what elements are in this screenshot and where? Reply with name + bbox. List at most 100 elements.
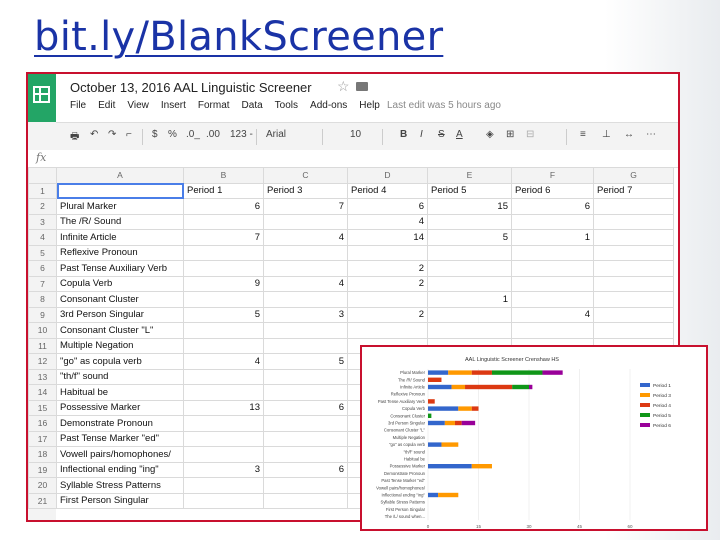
sheets-logo-icon[interactable] xyxy=(28,74,56,122)
cell[interactable] xyxy=(511,291,594,308)
row-header[interactable]: 20 xyxy=(28,477,57,494)
menu-insert[interactable]: Insert xyxy=(161,100,186,111)
borders-icon[interactable]: ⊞ xyxy=(506,129,514,140)
cell[interactable]: Period 4 xyxy=(347,182,428,199)
folder-icon[interactable] xyxy=(356,82,368,91)
cell[interactable]: 4 xyxy=(263,275,348,292)
cell[interactable] xyxy=(427,244,512,261)
cell[interactable]: 2 xyxy=(347,306,428,323)
cell[interactable]: Consonant Cluster "L" xyxy=(56,322,184,339)
cell[interactable]: 5 xyxy=(263,353,348,370)
cell[interactable] xyxy=(263,477,348,494)
column-header-a[interactable]: A xyxy=(56,167,184,184)
cell[interactable]: 3rd Person Singular xyxy=(56,306,184,323)
cell[interactable] xyxy=(593,229,674,246)
cell[interactable] xyxy=(56,182,184,199)
cell[interactable]: 13 xyxy=(183,399,264,416)
cell[interactable]: 5 xyxy=(427,229,512,246)
text-wrap-icon[interactable]: ↔ xyxy=(624,129,634,140)
cell[interactable]: 5 xyxy=(183,306,264,323)
menu-edit[interactable]: Edit xyxy=(98,100,115,111)
embedded-chart[interactable]: AAL Linguistic Screener Crenshaw HS 0 15 30… xyxy=(360,345,708,531)
cell[interactable]: 6 xyxy=(183,198,264,215)
cell[interactable]: 6 xyxy=(511,198,594,215)
cell[interactable] xyxy=(593,306,674,323)
star-icon[interactable]: ☆ xyxy=(337,78,350,95)
row-header[interactable]: 19 xyxy=(28,461,57,478)
cell[interactable]: Period 5 xyxy=(427,182,512,199)
cell[interactable] xyxy=(511,260,594,277)
column-header-g[interactable]: G xyxy=(593,167,674,184)
cell[interactable]: Period 7 xyxy=(593,182,674,199)
cell[interactable]: 6 xyxy=(347,198,428,215)
cell[interactable]: 4 xyxy=(183,353,264,370)
cell[interactable]: Inflectional ending "ing" xyxy=(56,461,184,478)
cell[interactable]: Period 1 xyxy=(183,182,264,199)
row-header[interactable]: 16 xyxy=(28,415,57,432)
row-header[interactable]: 5 xyxy=(28,244,57,261)
column-header-d[interactable]: D xyxy=(347,167,428,184)
cell[interactable] xyxy=(593,291,674,308)
cell[interactable]: 2 xyxy=(347,275,428,292)
number-format-dropdown[interactable]: 123 - xyxy=(230,129,253,140)
cell[interactable] xyxy=(183,291,264,308)
menu-addons[interactable]: Add-ons xyxy=(310,100,347,111)
cell[interactable]: The /R/ Sound xyxy=(56,213,184,230)
cell[interactable] xyxy=(183,384,264,401)
cell[interactable]: 3 xyxy=(263,306,348,323)
cell[interactable] xyxy=(593,213,674,230)
undo-icon[interactable]: ↶ xyxy=(90,129,98,140)
row-header[interactable]: 4 xyxy=(28,229,57,246)
cell[interactable] xyxy=(183,492,264,509)
cell[interactable] xyxy=(347,244,428,261)
font-family-dropdown[interactable]: Arial xyxy=(266,129,286,140)
cell[interactable] xyxy=(183,322,264,339)
menu-tools[interactable]: Tools xyxy=(275,100,298,111)
menu-format[interactable]: Format xyxy=(198,100,230,111)
cell[interactable] xyxy=(263,446,348,463)
column-header-e[interactable]: E xyxy=(427,167,512,184)
cell[interactable]: Vowell pairs/homophones/ xyxy=(56,446,184,463)
row-header[interactable]: 9 xyxy=(28,306,57,323)
row-header[interactable]: 12 xyxy=(28,353,57,370)
cell[interactable] xyxy=(511,244,594,261)
print-icon[interactable]: 🖶 xyxy=(70,129,79,146)
cell[interactable]: Habitual be xyxy=(56,384,184,401)
cell[interactable] xyxy=(263,430,348,447)
document-title[interactable]: October 13, 2016 AAL Linguistic Screener xyxy=(70,80,312,95)
cell[interactable] xyxy=(183,260,264,277)
cell[interactable]: 4 xyxy=(263,229,348,246)
cell[interactable]: 4 xyxy=(347,213,428,230)
row-header[interactable]: 17 xyxy=(28,430,57,447)
cell[interactable] xyxy=(593,275,674,292)
font-size-dropdown[interactable]: 10 xyxy=(350,129,361,140)
cell[interactable]: Possessive Marker xyxy=(56,399,184,416)
cell[interactable] xyxy=(263,384,348,401)
cell[interactable] xyxy=(511,275,594,292)
cell[interactable] xyxy=(593,260,674,277)
row-header[interactable]: 14 xyxy=(28,384,57,401)
cell[interactable]: Plural Marker xyxy=(56,198,184,215)
cell[interactable] xyxy=(263,415,348,432)
menu-help[interactable]: Help xyxy=(359,100,380,111)
row-header[interactable]: 6 xyxy=(28,260,57,277)
cell[interactable] xyxy=(263,368,348,385)
currency-format-button[interactable]: $ xyxy=(152,129,158,140)
cell[interactable]: 6 xyxy=(263,461,348,478)
italic-button[interactable]: I xyxy=(420,129,423,140)
cell[interactable]: 7 xyxy=(183,229,264,246)
cell[interactable] xyxy=(427,322,512,339)
cell[interactable]: 15 xyxy=(427,198,512,215)
menu-file[interactable]: File xyxy=(70,100,86,111)
cell[interactable] xyxy=(183,415,264,432)
cell[interactable]: Syllable Stress Patterns xyxy=(56,477,184,494)
cell[interactable]: 7 xyxy=(263,198,348,215)
slide-title[interactable]: bit.ly/BlankScreener xyxy=(34,14,443,60)
cell[interactable] xyxy=(347,291,428,308)
cell[interactable] xyxy=(263,291,348,308)
cell[interactable]: Demonstrate Pronoun xyxy=(56,415,184,432)
cell[interactable] xyxy=(263,322,348,339)
merge-cells-icon[interactable]: ⊟ xyxy=(526,129,534,140)
paint-format-icon[interactable]: ⌐ xyxy=(126,129,132,140)
cell[interactable]: 3 xyxy=(183,461,264,478)
